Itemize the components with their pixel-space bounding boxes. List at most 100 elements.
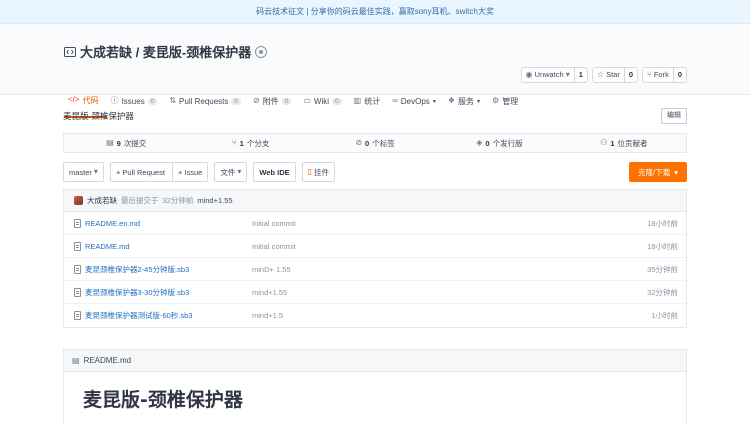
file-time: 1小时前 — [651, 311, 678, 320]
releases-label: 个发行版 — [492, 138, 523, 148]
issue-icon: ⓘ — [110, 96, 119, 105]
file-commit-message[interactable]: mind+1.55 — [252, 288, 647, 297]
widget-label: 挂件 — [314, 167, 330, 177]
repo-toolbar: master ▾ + Pull Request + Issue 文件 ▾ Web I… — [63, 162, 687, 182]
web-ide-button[interactable]: Web IDE — [253, 162, 296, 182]
repo-code-icon — [64, 46, 76, 58]
contributors-stat[interactable]: ⚇ 1 位贡献者 — [562, 134, 686, 152]
file-time: 18小时前 — [647, 218, 678, 228]
file-time: 35分钟前 — [647, 264, 678, 274]
repo-owner-link[interactable]: 大成若缺 — [80, 45, 132, 60]
table-row: 麦昆颈椎保护器2-45分钟版.sb3 minD+ 1.55 35分钟前 — [64, 258, 686, 281]
file-link[interactable]: 麦昆颈椎保护器2-45分钟版.sb3 — [85, 264, 189, 275]
file-link[interactable]: 麦昆颈椎保护器3-30分钟版.sb3 — [85, 287, 189, 298]
star-icon: ☆ — [596, 70, 605, 79]
commit-time: 32分钟前 — [162, 196, 194, 205]
fork-label: Fork — [653, 70, 669, 79]
file-icon — [74, 218, 81, 228]
chevron-down-icon: ▾ — [565, 70, 570, 79]
repo-badge-icon[interactable] — [255, 45, 268, 58]
readme-title: 麦昆版-颈椎保护器 — [83, 389, 243, 411]
branches-label: 个分支 — [246, 138, 270, 148]
contributor-icon: ⚇ — [600, 138, 608, 147]
star-count[interactable]: 0 — [623, 68, 637, 82]
web-ide-label: Web IDE — [259, 167, 290, 177]
watch-count[interactable]: 1 — [573, 68, 587, 82]
tags-count: 0 — [365, 138, 370, 148]
commits-stat[interactable]: ▤ 9 次提交 — [64, 134, 188, 152]
tags-stat[interactable]: ⊘ 0 个标签 — [313, 134, 437, 152]
chevron-down-icon: ▾ — [674, 167, 678, 177]
file-commit-message[interactable]: Initial commit — [252, 242, 647, 251]
file-link[interactable]: 麦昆颈椎保护器测试版-60秒.sb3 — [85, 310, 193, 321]
issues-count: 0 — [147, 97, 158, 105]
commits-count: 9 — [116, 138, 121, 148]
new-pull-request-button[interactable]: + Pull Request — [111, 163, 170, 181]
file-time: 32分钟前 — [647, 287, 678, 297]
table-row: 麦昆颈椎保护器3-30分钟版.sb3 mind+1.55 32分钟前 — [64, 281, 686, 304]
branches-count: 1 — [239, 138, 244, 148]
repo-main: 麦昆版-颈椎保护器 编辑 ▤ 9 次提交 ⑂ 1 个分支 ⊘ 0 个标签 ◈ 0 个发行版 ⚇ 1… — [63, 105, 687, 328]
table-row: README.md Initial commit 18小时前 — [64, 235, 686, 258]
settings-icon: ⚙ — [492, 96, 500, 105]
commit-icon: ▤ — [106, 138, 114, 147]
releases-stat[interactable]: ◈ 0 个发行版 — [437, 134, 561, 152]
fork-button[interactable]: ⑂ Fork 0 — [642, 67, 687, 83]
description-row: 麦昆版-颈椎保护器 编辑 — [63, 105, 687, 127]
file-icon — [74, 241, 81, 251]
file-icon — [74, 264, 81, 274]
branch-name: master — [69, 167, 92, 177]
branches-stat[interactable]: ⑂ 1 个分支 — [188, 134, 312, 152]
branch-icon: ⑂ — [231, 138, 237, 147]
attachments-count: 0 — [281, 97, 292, 105]
chevron-down-icon: ▾ — [237, 167, 242, 176]
file-menu-button[interactable]: 文件 ▾ — [214, 162, 248, 182]
star-label: Star — [606, 70, 620, 79]
create-group: + Pull Request + Issue — [109, 162, 209, 182]
tag-icon: ⊘ — [355, 138, 363, 147]
wiki-count: 0 — [332, 97, 342, 105]
chevron-down-icon: ▾ — [93, 167, 98, 176]
stats-icon: ▥ — [353, 96, 362, 105]
readme-icon: ▤ — [72, 355, 80, 365]
avatar[interactable] — [74, 196, 83, 205]
clone-download-button[interactable]: 克隆/下载 ▾ — [629, 162, 687, 182]
repo-header: 大成若缺 / 麦昆版-颈椎保护器 ◉ Unwatch ▾ 1 ☆ Star 0 ⑂ Fo… — [0, 24, 750, 118]
repo-separator: / — [132, 45, 143, 60]
file-icon — [74, 287, 81, 297]
widget-button[interactable]: ▯ 挂件 — [301, 162, 336, 182]
readme-header: ▤ README.md — [64, 350, 686, 372]
unwatch-button[interactable]: ◉ Unwatch ▾ 1 — [520, 67, 588, 83]
file-commit-message[interactable]: Initial commit — [252, 219, 647, 228]
announcement-banner[interactable]: 码云技术征文 | 分享你的码云最佳实践，赢取sony耳机、switch大奖 — [0, 0, 750, 24]
commits-label: 次提交 — [123, 138, 147, 148]
tags-label: 个标签 — [372, 138, 395, 148]
pull-request-icon: ⇅ — [169, 96, 177, 105]
tab-code-label: 代码 — [82, 95, 99, 105]
service-icon: ❖ — [447, 96, 455, 105]
commit-author[interactable]: 大成若缺 — [87, 195, 117, 206]
commit-message[interactable]: mind+1.55 — [197, 196, 232, 205]
readme-panel: ▤ README.md 麦昆版-颈椎保护器 — [63, 349, 687, 424]
contributors-count: 1 — [610, 138, 615, 148]
clone-label: 克隆/下载 — [638, 167, 671, 177]
repo-actions: ◉ Unwatch ▾ 1 ☆ Star 0 ⑂ Fork 0 — [520, 67, 687, 83]
file-link[interactable]: README.en.md — [85, 219, 140, 228]
file-time: 18小时前 — [647, 241, 678, 251]
repo-name-link[interactable]: 麦昆版-颈椎保护器 — [143, 45, 251, 60]
pull-requests-count: 0 — [231, 97, 242, 105]
file-link[interactable]: README.md — [85, 242, 130, 251]
banner-text[interactable]: 码云技术征文 | 分享你的码云最佳实践，赢取sony耳机、switch大奖 — [256, 7, 494, 16]
contributors-label: 位贡献者 — [617, 138, 648, 148]
releases-count: 0 — [485, 138, 490, 148]
fork-count[interactable]: 0 — [672, 68, 686, 82]
branch-select[interactable]: master ▾ — [63, 162, 104, 182]
new-issue-button[interactable]: + Issue — [171, 163, 207, 181]
file-commit-message[interactable]: minD+ 1.55 — [252, 265, 647, 274]
edit-description-button[interactable]: 编辑 — [661, 108, 687, 124]
file-commit-message[interactable]: mind+1.5 — [252, 311, 651, 320]
repo-stats-bar: ▤ 9 次提交 ⑂ 1 个分支 ⊘ 0 个标签 ◈ 0 个发行版 ⚇ 1 位贡献者 — [63, 133, 687, 153]
star-button[interactable]: ☆ Star 0 — [591, 67, 639, 83]
code-icon: </> — [68, 95, 80, 104]
file-menu-label: 文件 — [220, 167, 236, 177]
